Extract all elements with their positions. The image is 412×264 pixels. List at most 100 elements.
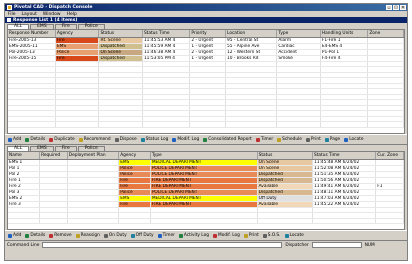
toolbar-button-modif-log[interactable]: Modif. Log bbox=[172, 137, 199, 142]
toolbar-button-page[interactable]: Page bbox=[324, 137, 341, 142]
toolbar-label: On Duty bbox=[108, 233, 127, 238]
toolbar-button-duplicate[interactable]: Duplicate bbox=[49, 137, 75, 142]
column-header[interactable]: Type bbox=[150, 152, 258, 160]
toolbar-button-add[interactable]: Add bbox=[8, 233, 21, 238]
column-header[interactable]: Name bbox=[8, 152, 41, 160]
empty-row bbox=[8, 218, 404, 224]
window-title: Pivotal CAD - Dispatch Console bbox=[14, 5, 93, 10]
toolbar-button-details[interactable]: Details bbox=[25, 137, 45, 142]
toolbar-button-locate[interactable]: Locate bbox=[284, 233, 304, 238]
column-header[interactable]: Type bbox=[276, 30, 321, 38]
toolbar-button-timer[interactable]: Timer bbox=[255, 137, 273, 142]
minimize-button[interactable]: _ bbox=[386, 5, 392, 10]
column-header[interactable]: Required bbox=[39, 152, 68, 160]
toolbar-button-print[interactable]: Print bbox=[305, 137, 321, 142]
toolbar-icon bbox=[157, 233, 162, 238]
toolbar-label: Details bbox=[30, 137, 46, 142]
unit-table: Name Required Deployment Plan Agency Type Sta… bbox=[8, 152, 404, 224]
column-header[interactable]: Status bbox=[98, 30, 143, 38]
column-header[interactable]: Agency bbox=[55, 30, 100, 38]
column-header[interactable]: Zone bbox=[367, 30, 404, 38]
toolbar-icon bbox=[344, 137, 349, 142]
toolbar-icon bbox=[8, 137, 12, 142]
toolbar-icon bbox=[49, 233, 54, 238]
response-toolbar: Add Details Duplicate Recommend Dispose Statu… bbox=[5, 134, 407, 145]
toolbar-icon bbox=[130, 233, 135, 238]
toolbar-button-remove[interactable]: Remove bbox=[49, 233, 72, 238]
toolbar-icon bbox=[172, 137, 177, 142]
toolbar-button-add[interactable]: Add bbox=[8, 137, 21, 142]
column-header[interactable]: Cur. Zone bbox=[375, 152, 404, 160]
empty-cell bbox=[39, 218, 68, 224]
command-line-input[interactable] bbox=[42, 242, 283, 248]
empty-cell bbox=[8, 121, 56, 128]
column-header[interactable]: Agency bbox=[118, 152, 151, 160]
toolbar-button-modif-log[interactable]: Modif. Log bbox=[213, 233, 240, 238]
empty-cell bbox=[375, 218, 404, 224]
toolbar-icon bbox=[178, 233, 183, 238]
toolbar-icon bbox=[114, 137, 119, 142]
close-button[interactable]: × bbox=[400, 5, 406, 10]
toolbar-button-recommend[interactable]: Recommend bbox=[78, 137, 111, 142]
column-header[interactable]: Location bbox=[225, 30, 278, 38]
toolbar-button-schedule[interactable]: Schedule bbox=[277, 137, 302, 142]
column-header[interactable]: Status Time bbox=[142, 30, 191, 38]
column-header[interactable]: Deployment Plan bbox=[67, 152, 120, 160]
column-header[interactable]: Response Number bbox=[8, 30, 56, 38]
toolbar-icon bbox=[75, 233, 80, 238]
toolbar-button-locate[interactable]: Locate bbox=[344, 137, 363, 142]
toolbar-icon bbox=[8, 233, 12, 238]
toolbar-button-dispose[interactable]: Dispose bbox=[114, 137, 137, 142]
empty-cell bbox=[320, 121, 369, 128]
toolbar-button-status-log[interactable]: Status Log bbox=[140, 137, 168, 142]
toolbar-icon bbox=[140, 137, 145, 142]
toolbar-icon bbox=[324, 137, 329, 142]
toolbar-button-timer[interactable]: Timer bbox=[157, 233, 175, 238]
toolbar-icon bbox=[213, 233, 217, 238]
status-bar: Command Line Dispatcher NUM bbox=[5, 241, 407, 249]
empty-cell bbox=[276, 121, 321, 128]
toolbar-button-consolidated-report[interactable]: Consolidated Report bbox=[203, 137, 252, 142]
toolbar-button-activity-log[interactable]: Activity Log bbox=[178, 233, 209, 238]
mode-indicator: NUM bbox=[364, 242, 375, 248]
toolbar-button-details[interactable]: Details bbox=[25, 233, 45, 238]
toolbar-icon bbox=[25, 233, 30, 238]
toolbar-icon bbox=[243, 233, 248, 238]
toolbar-icon bbox=[103, 233, 108, 238]
toolbar-label: Locate bbox=[349, 137, 364, 142]
toolbar-label: S.O.S. bbox=[267, 233, 281, 238]
column-header[interactable]: Status Time bbox=[312, 152, 377, 160]
list-icon bbox=[7, 18, 11, 22]
empty-row bbox=[8, 121, 404, 128]
toolbar-button-off-duty[interactable]: Off Duty bbox=[130, 233, 154, 238]
empty-cell bbox=[118, 218, 151, 224]
empty-cell bbox=[189, 121, 226, 128]
response-grid: Response Number Agency Status Status Time Pr… bbox=[7, 29, 405, 134]
toolbar-button-print[interactable]: Print bbox=[243, 233, 259, 238]
menu-help[interactable]: Help bbox=[67, 12, 77, 17]
menu-layout[interactable]: Layout bbox=[22, 12, 37, 17]
toolbar-label: Print bbox=[248, 233, 259, 238]
toolbar-button-reassign[interactable]: Reassign bbox=[75, 233, 100, 238]
toolbar-button-on-duty[interactable]: On Duty bbox=[103, 233, 127, 238]
toolbar-label: Remove bbox=[54, 233, 72, 238]
menu-file[interactable]: File bbox=[8, 12, 16, 17]
empty-cell bbox=[225, 121, 278, 128]
dispatch-window: Pivotal CAD - Dispatch Console _ □ × Fil… bbox=[4, 3, 408, 261]
menu-window[interactable]: Window bbox=[43, 12, 61, 17]
toolbar-icon bbox=[78, 137, 83, 142]
toolbar-label: Page bbox=[329, 137, 341, 142]
empty-cell bbox=[67, 218, 120, 224]
title-bar: Pivotal CAD - Dispatch Console _ □ × bbox=[5, 4, 407, 11]
toolbar-label: Modif. Log bbox=[218, 233, 240, 238]
toolbar-label: Timer bbox=[162, 233, 175, 238]
toolbar-icon bbox=[284, 233, 289, 238]
empty-cell bbox=[257, 218, 313, 224]
column-header[interactable]: Priority bbox=[189, 30, 226, 38]
column-header[interactable]: Handling Units bbox=[320, 30, 369, 38]
column-header[interactable]: Status bbox=[257, 152, 313, 160]
toolbar-label: Schedule bbox=[282, 137, 302, 142]
toolbar-label: Recommend bbox=[83, 137, 111, 142]
maximize-button[interactable]: □ bbox=[393, 5, 399, 10]
toolbar-button-s-o-s-[interactable]: S.O.S. bbox=[262, 233, 281, 238]
